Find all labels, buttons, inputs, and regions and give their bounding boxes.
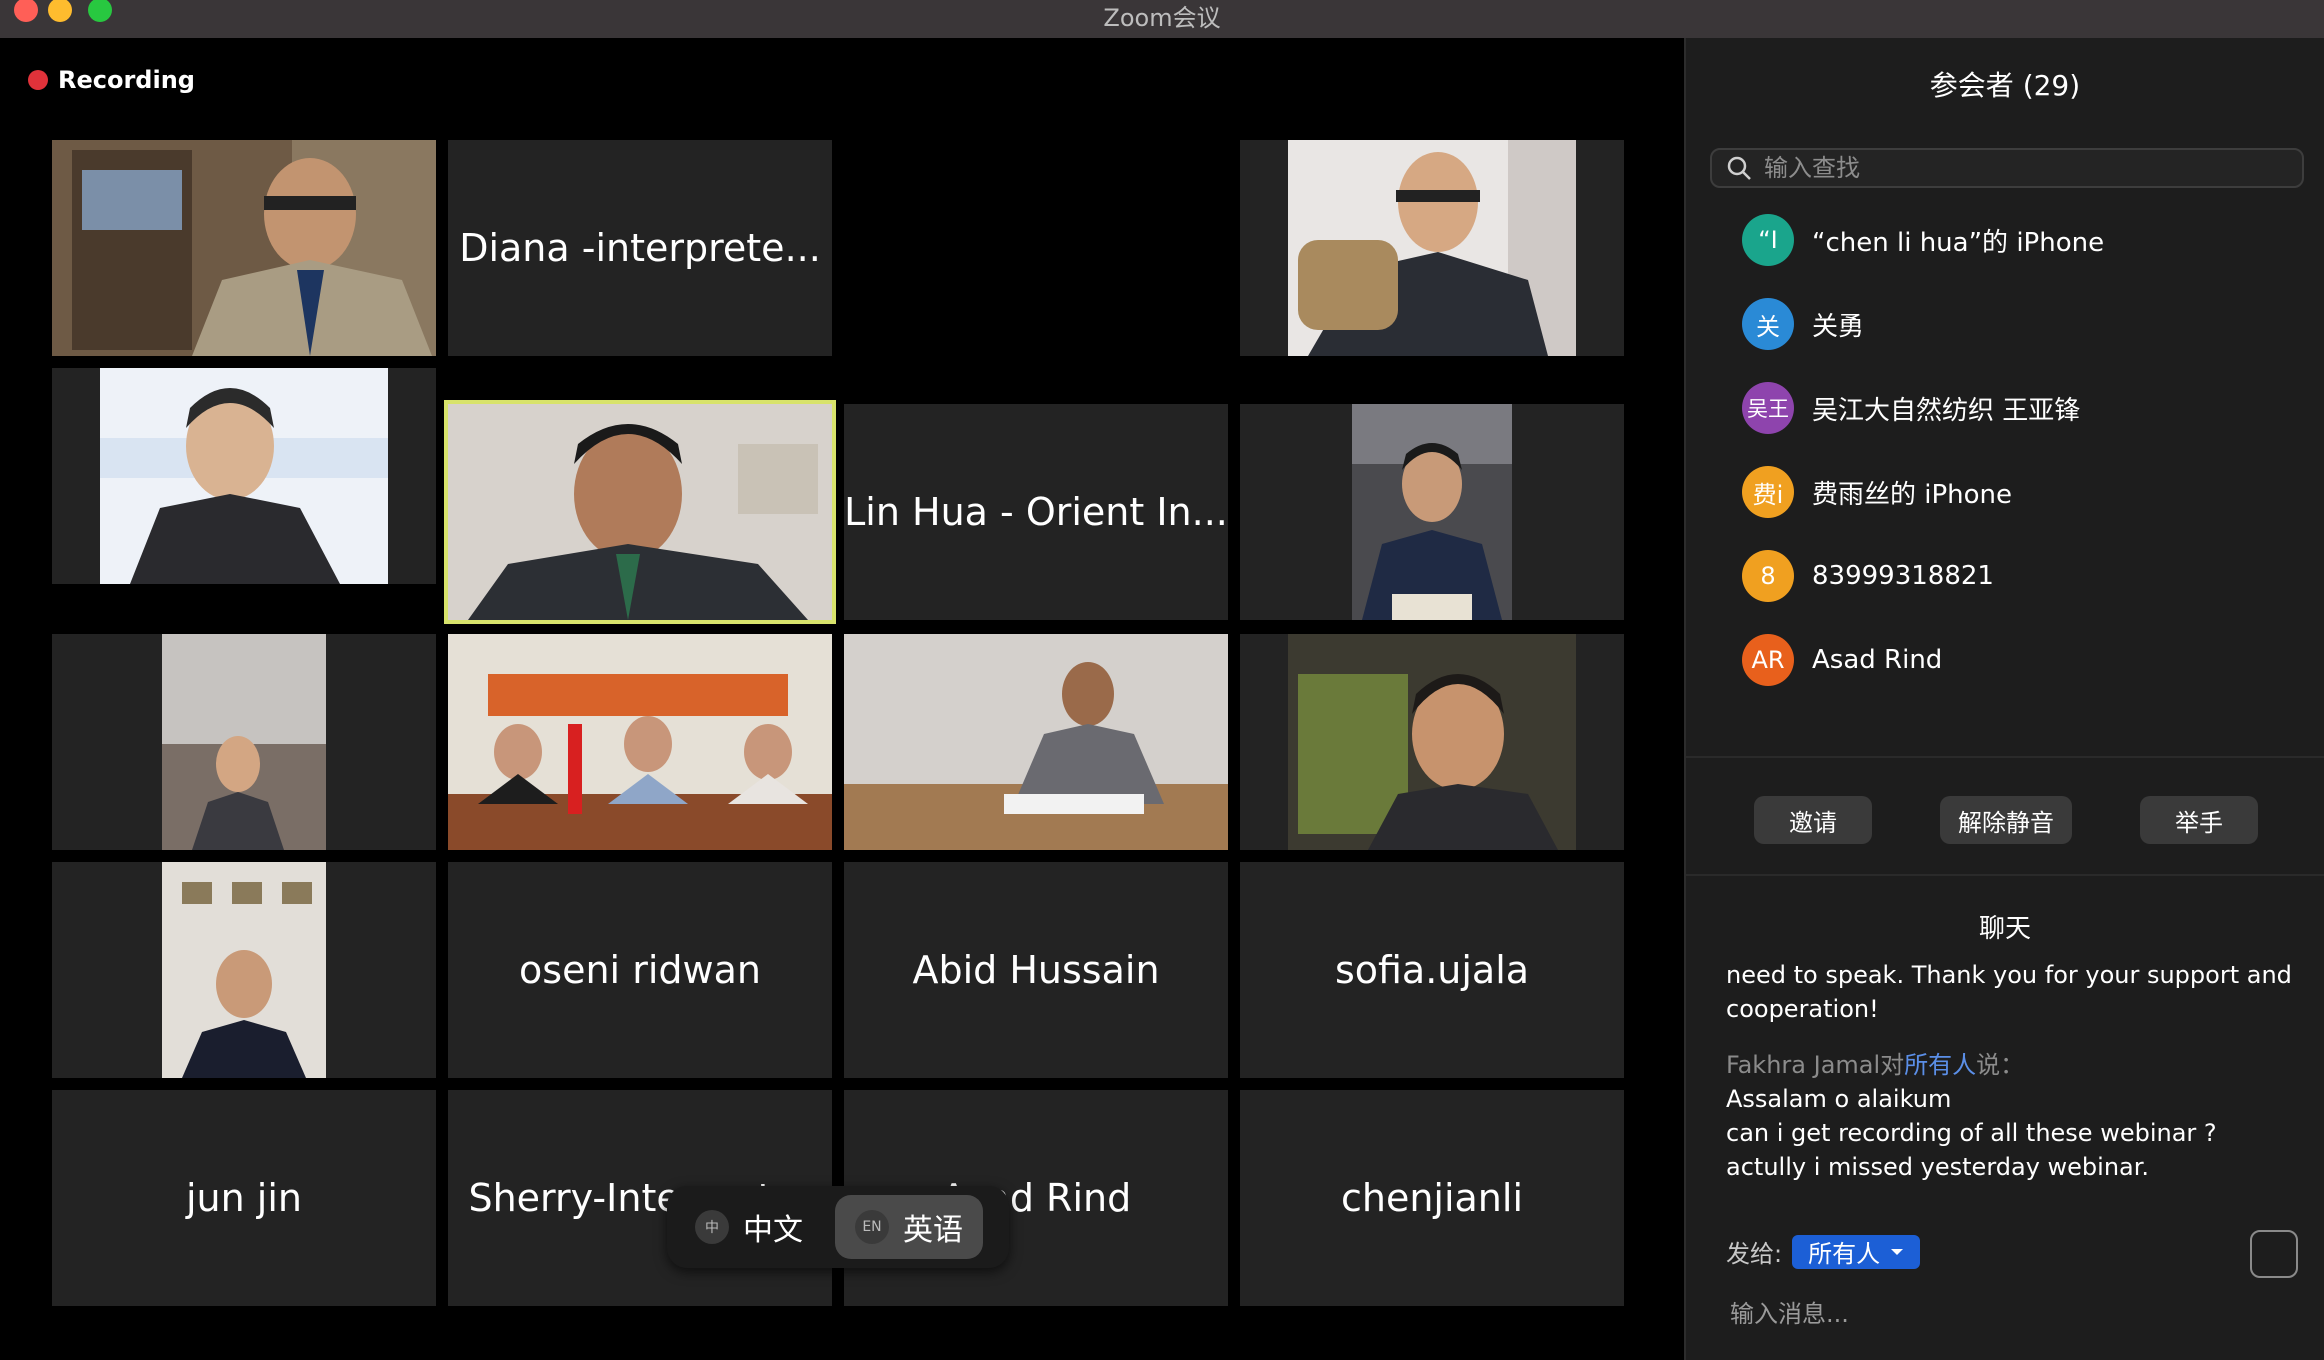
search-icon	[1727, 156, 1751, 180]
participant-name: Abid Hussain	[912, 948, 1160, 992]
participant-item[interactable]: 8 83999318821	[1742, 548, 1994, 604]
participant-name: 费雨丝的 iPhone	[1812, 479, 2013, 510]
language-option-chinese[interactable]: 中 中文	[675, 1195, 823, 1259]
video-tile[interactable]: Diana -interprete...	[448, 140, 832, 356]
chat-message-line: actully i missed yesterday webinar.	[1726, 1153, 2150, 1181]
participants-title: 参会者 (29)	[1929, 69, 2081, 102]
participant-item[interactable]: 关 关勇	[1742, 296, 1864, 352]
window-title: Zoom会议	[1103, 4, 1221, 32]
chinese-language-icon: 中	[695, 1210, 729, 1244]
file-share-button[interactable]	[2250, 1230, 2298, 1278]
avatar: AR	[1742, 634, 1794, 686]
participant-video	[100, 368, 388, 584]
participant-video	[52, 140, 436, 356]
video-tile[interactable]	[52, 862, 436, 1078]
participant-search[interactable]	[1710, 148, 2304, 188]
invite-button[interactable]: 邀请	[1754, 796, 1872, 844]
send-to-value: 所有人	[1808, 1240, 1881, 1268]
english-language-icon: EN	[855, 1210, 889, 1244]
chevron-down-icon	[1891, 1248, 1904, 1255]
participant-video	[448, 634, 832, 850]
participant-name: “chen li hua”的 iPhone	[1812, 227, 2105, 258]
language-label: 英语	[903, 1213, 963, 1248]
participant-video	[1288, 634, 1576, 850]
video-area: Recording Diana -interprete... Lin Hua -…	[0, 38, 1684, 1360]
raise-hand-button[interactable]: 举手	[2140, 796, 2258, 844]
video-tile[interactable]	[52, 634, 436, 850]
send-to-row: 发给: 所有人	[1726, 1234, 1921, 1269]
participant-name: 83999318821	[1812, 561, 1994, 591]
video-tile[interactable]: Abid Hussain	[844, 862, 1228, 1078]
chat-message: need to speak. Thank you for your suppor…	[1726, 961, 2292, 1023]
participant-video	[1288, 140, 1576, 356]
avatar: 8	[1742, 550, 1794, 602]
language-option-english[interactable]: EN 英语	[835, 1195, 983, 1259]
video-tile[interactable]: oseni ridwan	[448, 862, 832, 1078]
avatar: “I	[1742, 214, 1794, 266]
participant-video	[844, 634, 1228, 850]
video-tile[interactable]	[1240, 140, 1624, 356]
video-tile[interactable]	[1240, 404, 1624, 620]
chat-title: 聊天	[1978, 914, 2031, 944]
participant-actions: 邀请 解除静音 举手	[1686, 756, 2324, 876]
interpretation-language-bar: 中 中文 EN 英语	[667, 1186, 1009, 1268]
video-tile[interactable]	[52, 140, 436, 356]
participant-item[interactable]: 吴王 吴江大自然纺织 王亚锋	[1742, 380, 2080, 436]
participant-name: jun jin	[185, 1176, 302, 1220]
chat-messages: need to speak. Thank you for your suppor…	[1726, 958, 2306, 1184]
participant-list[interactable]: “I “chen li hua”的 iPhone 关 关勇 吴王 吴江大自然纺织…	[1686, 198, 2324, 770]
participant-name: chenjianli	[1340, 1176, 1524, 1220]
video-tile[interactable]	[1240, 634, 1624, 850]
participant-name: 吴江大自然纺织 王亚锋	[1812, 395, 2081, 426]
chat-message-input[interactable]	[1730, 1294, 2290, 1334]
participant-name: Diana -interprete...	[459, 226, 821, 270]
send-to-label: 发给:	[1726, 1240, 1783, 1268]
chat-message-line: Assalam o alaikum	[1726, 1085, 1952, 1113]
participant-item[interactable]: “I “chen li hua”的 iPhone	[1742, 212, 2104, 268]
participant-name: 关勇	[1812, 311, 1865, 342]
participant-name: Lin Hua - Orient In...	[844, 490, 1228, 534]
video-tile[interactable]: chenjianli	[1240, 1090, 1624, 1306]
participant-video	[448, 404, 832, 620]
video-tile[interactable]: jun jin	[52, 1090, 436, 1306]
participant-video	[1352, 404, 1512, 620]
chat-said: 说：	[1976, 1051, 2025, 1079]
chat-message-meta: Fakhra Jamal对所有人说：	[1726, 1048, 2306, 1082]
participant-item[interactable]: 费i 费雨丝的 iPhone	[1742, 464, 2012, 520]
avatar: 吴王	[1742, 382, 1794, 434]
title-bar: Zoom会议	[0, 0, 2324, 38]
avatar: 关	[1742, 298, 1794, 350]
recording-dot-icon	[28, 70, 48, 90]
video-tile[interactable]: Lin Hua - Orient In...	[844, 404, 1228, 620]
participant-name: oseni ridwan	[519, 948, 761, 992]
avatar: 费i	[1742, 466, 1794, 518]
search-input[interactable]	[1764, 154, 2284, 182]
video-tile[interactable]	[52, 368, 436, 584]
video-tile[interactable]: sofia.ujala	[1240, 862, 1624, 1078]
chat-message-line: can i get recording of all these webinar…	[1726, 1119, 2217, 1147]
send-to-dropdown[interactable]: 所有人	[1792, 1234, 1921, 1269]
unmute-button[interactable]: 解除静音	[1940, 796, 2072, 844]
recording-label: Recording	[58, 66, 195, 94]
active-speaker-tile[interactable]	[444, 400, 836, 624]
chat-recipient[interactable]: 所有人	[1904, 1051, 1976, 1079]
participant-name: sofia.ujala	[1334, 948, 1530, 992]
participant-item[interactable]: AR Asad Rind	[1742, 632, 1942, 688]
recording-indicator[interactable]: Recording	[28, 66, 195, 94]
chat-to-word: 对	[1880, 1051, 1905, 1079]
chat-sender: Fakhra Jamal	[1726, 1051, 1881, 1079]
participant-video	[162, 634, 326, 850]
empty-tile	[844, 140, 1228, 356]
language-label: 中文	[743, 1213, 803, 1248]
video-tile[interactable]	[448, 634, 832, 850]
participant-name: Asad Rind	[1812, 645, 1943, 675]
side-panel: 参会者 (29) “I “chen li hua”的 iPhone 关 关勇 吴…	[1684, 38, 2324, 1360]
participant-video	[162, 862, 326, 1078]
video-tile[interactable]	[844, 634, 1228, 850]
